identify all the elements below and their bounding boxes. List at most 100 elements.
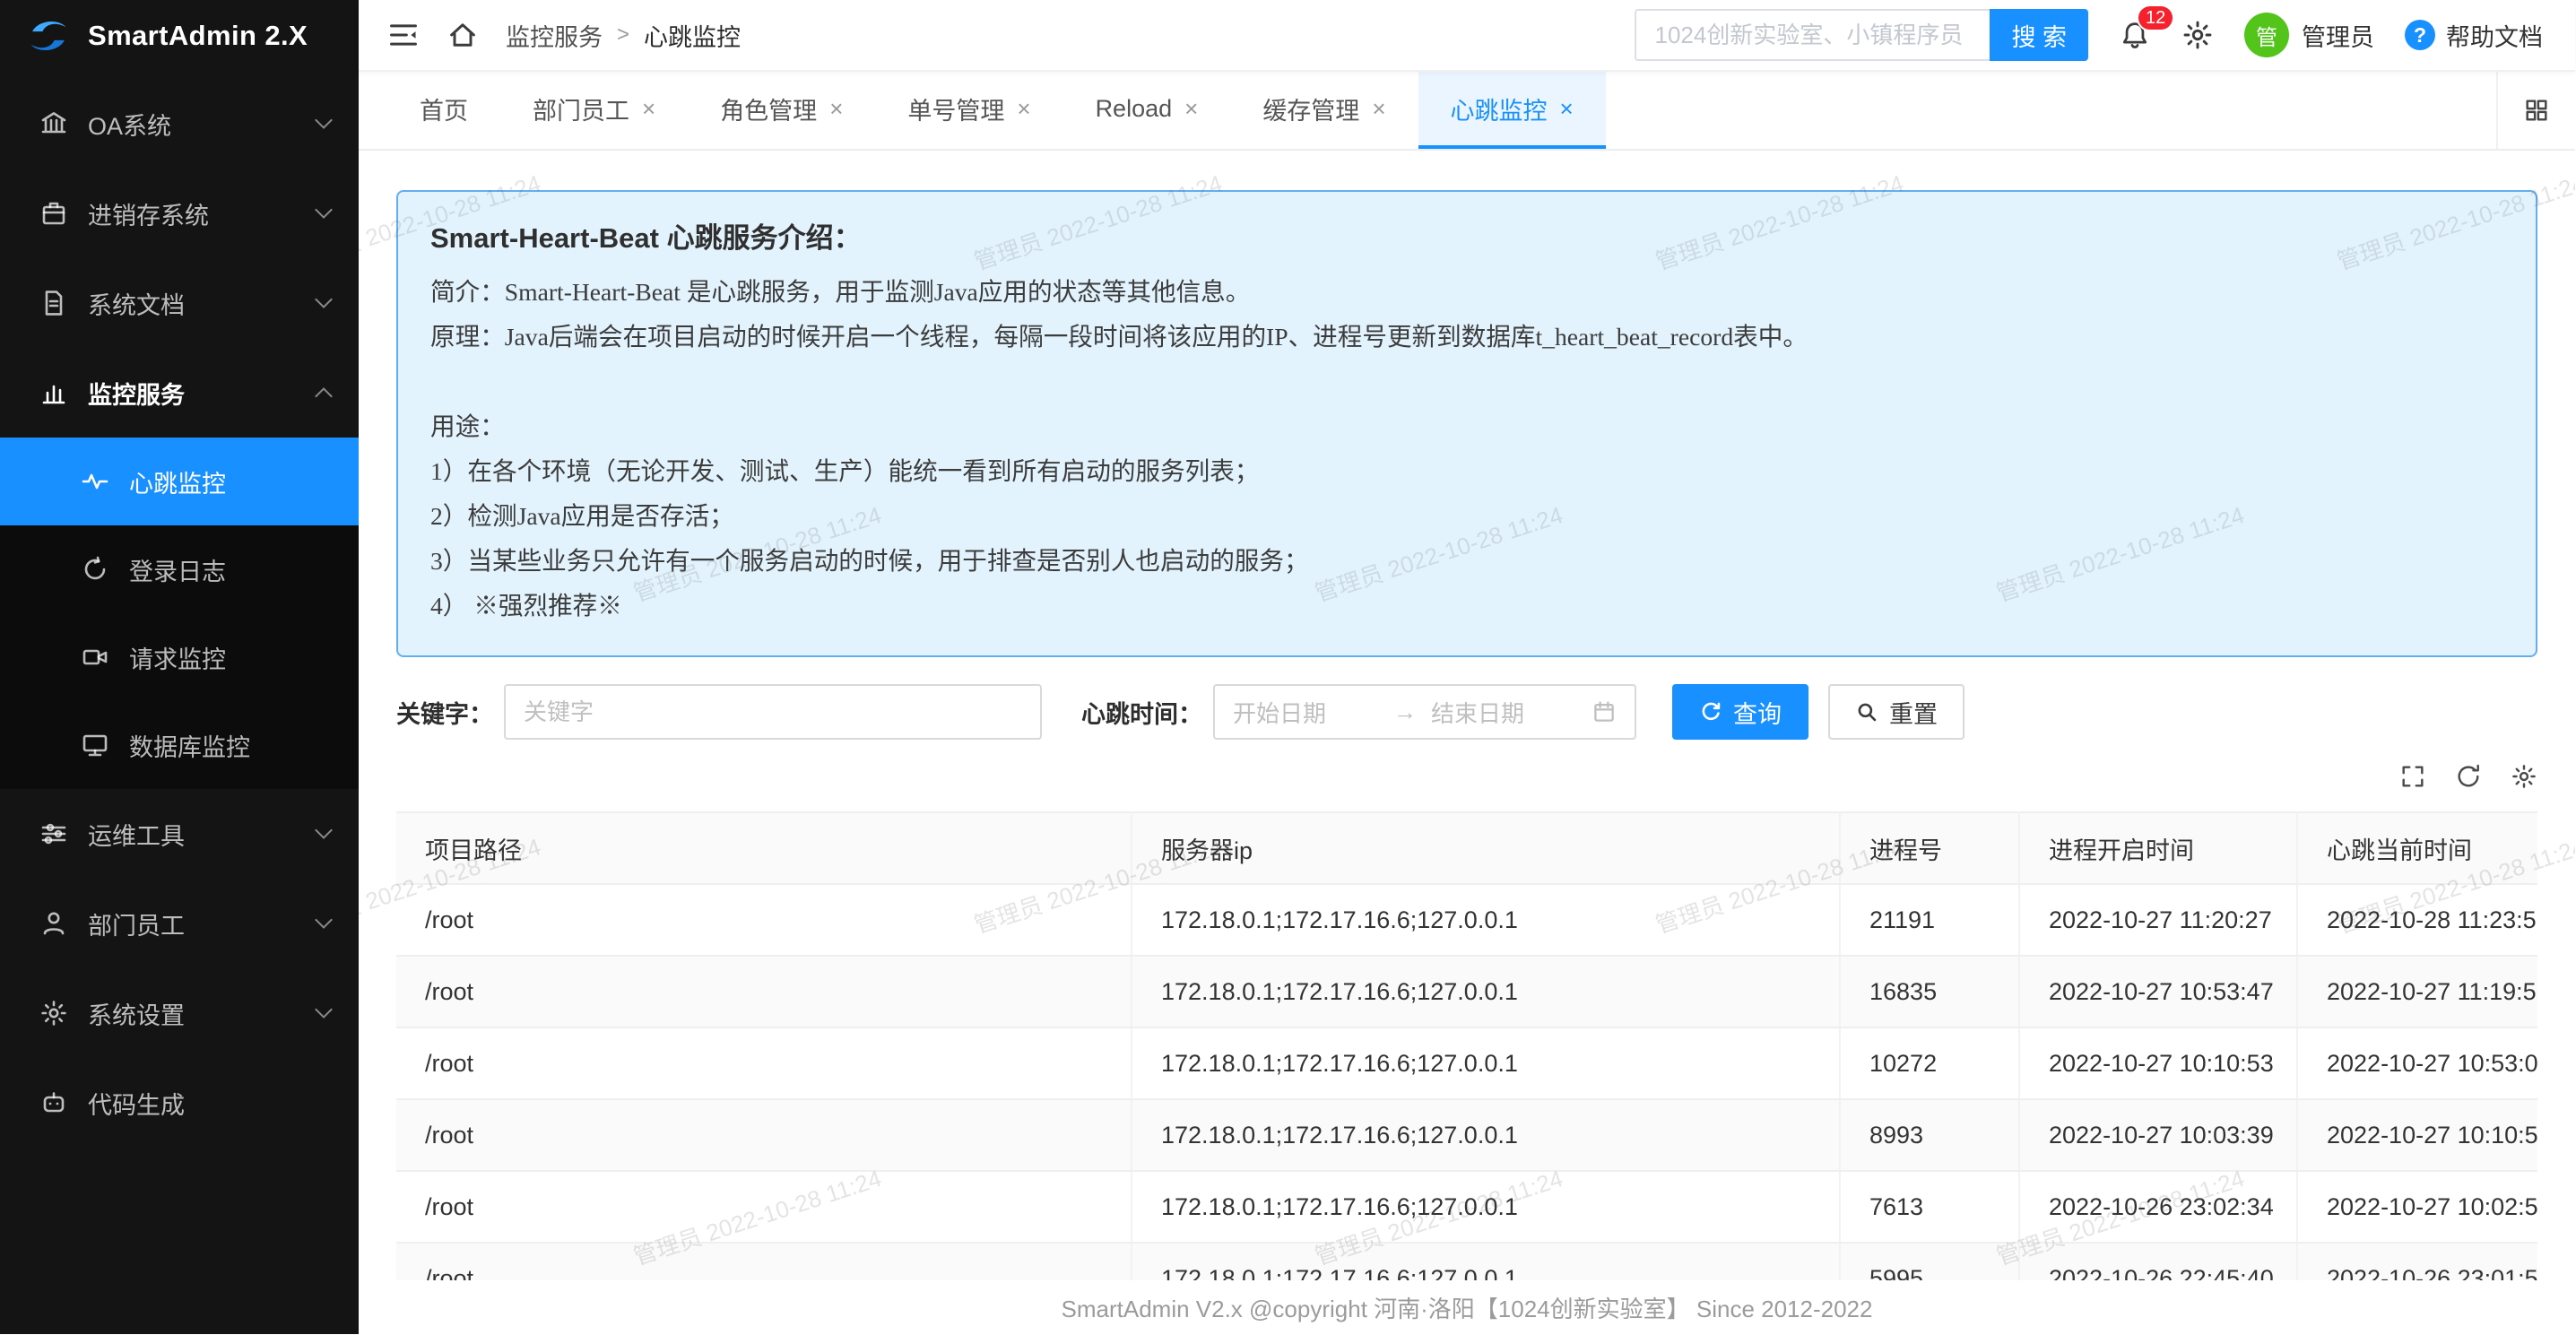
user-menu[interactable]: 管 管理员 [2244, 13, 2374, 57]
chevron-down-icon [315, 821, 333, 839]
date-range-arrow: → [1393, 698, 1417, 726]
app-title: SmartAdmin 2.X [88, 20, 308, 52]
tab-heartbeat-monitor[interactable]: 心跳监控 × [1418, 72, 1606, 149]
sidebar-item-oa-system[interactable]: OA系统 [0, 79, 359, 169]
menu-fold-icon[interactable] [387, 19, 420, 51]
table-cell: 2022-10-27 11:19:58 [2297, 956, 2537, 1027]
date-start-placeholder[interactable]: 开始日期 [1233, 696, 1379, 729]
sidebar-item-label: 心跳监控 [129, 464, 330, 499]
inventory-system-icon [39, 199, 68, 228]
tab-cache-management[interactable]: 缓存管理 × [1230, 72, 1418, 149]
table-row: /root 172.18.0.1;172.17.16.6;127.0.0.1 1… [396, 956, 2537, 1027]
sidebar-item-request-monitor[interactable]: 请求监控 [0, 613, 359, 701]
intro-line: 简介：Smart-Heart-Beat 是心跳服务，用于监测Java应用的状态等… [430, 270, 2503, 315]
notifications-bell[interactable]: 12 [2119, 19, 2151, 51]
table-cell: 10272 [1840, 1027, 2019, 1099]
table-cell: 7613 [1840, 1171, 2019, 1243]
fullscreen-icon[interactable] [2399, 763, 2426, 790]
app-logo[interactable]: SmartAdmin 2.X [0, 0, 359, 72]
tab-close-icon[interactable]: × [1017, 95, 1030, 123]
sidebar-item-code-generation[interactable]: 代码生成 [0, 1058, 359, 1148]
footer-text: SmartAdmin V2.x @copyright 河南·洛阳【1024创新实… [1062, 1291, 1873, 1324]
table-cell: /root [396, 1027, 1132, 1099]
table-cell: 16835 [1840, 956, 2019, 1027]
sidebar-item-database-monitor[interactable]: 数据库监控 [0, 701, 359, 789]
col-header-process-id: 进程号 [1840, 812, 2019, 884]
tab-label: 首页 [420, 91, 468, 126]
table-cell: 172.18.0.1;172.17.16.6;127.0.0.1 [1132, 1099, 1840, 1171]
help-question-icon: ? [2405, 20, 2435, 50]
table-cell: 8993 [1840, 1099, 2019, 1171]
col-header-project-path: 项目路径 [396, 812, 1132, 884]
query-button[interactable]: 查询 [1672, 684, 1808, 740]
home-icon[interactable] [447, 19, 479, 51]
table-cell: /root [396, 884, 1132, 956]
table-cell: 2022-10-27 10:03:39 [2019, 1099, 2297, 1171]
sidebar-item-label: 部门员工 [88, 906, 317, 941]
sidebar-item-inventory-system[interactable]: 进销存系统 [0, 169, 359, 258]
tab-label: 缓存管理 [1262, 91, 1359, 126]
tab-close-icon[interactable]: × [642, 95, 655, 123]
col-header-heartbeat-time: 心跳当前时间 [2297, 812, 2537, 884]
table-cell: 2022-10-27 10:53:47 [2019, 956, 2297, 1027]
code-generation-icon [39, 1088, 68, 1117]
table-cell: 2022-10-27 10:53:04 [2297, 1027, 2537, 1099]
sidebar-item-login-log[interactable]: 登录日志 [0, 525, 359, 613]
department-staff-icon [39, 909, 68, 938]
table-cell: 2022-10-26 23:02:34 [2019, 1171, 2297, 1243]
tab-label: Reload [1096, 95, 1173, 123]
user-name: 管理员 [2302, 18, 2374, 53]
chevron-down-icon [315, 1001, 333, 1019]
tab-order-management[interactable]: 单号管理 × [875, 72, 1062, 149]
sidebar-item-label: 数据库监控 [129, 728, 330, 763]
sidebar-item-ops-tools[interactable]: 运维工具 [0, 789, 359, 879]
intro-line: 3）当某些业务只允许有一个服务启动的时候，用于排查是否别人也启动的服务； [430, 539, 2503, 584]
sidebar-item-system-docs[interactable]: 系统文档 [0, 258, 359, 348]
date-range-picker[interactable]: 开始日期 → 结束日期 [1213, 684, 1636, 740]
refresh-icon[interactable] [2455, 763, 2482, 790]
topbar: 监控服务 > 心跳监控 搜 索 12 管 管理员 [359, 0, 2575, 72]
table-row: /root 172.18.0.1;172.17.16.6;127.0.0.1 1… [396, 1027, 2537, 1099]
table-cell: 2022-10-28 11:23:52 [2297, 884, 2537, 956]
breadcrumb: 监控服务 > 心跳监控 [506, 18, 741, 53]
breadcrumb-item-heartbeat-monitor[interactable]: 心跳监控 [644, 18, 741, 53]
tab-close-icon[interactable]: × [1184, 95, 1198, 123]
global-search: 搜 索 [1635, 9, 2088, 61]
tab-operations-button[interactable] [2496, 72, 2575, 149]
sidebar-item-department-staff[interactable]: 部门员工 [0, 879, 359, 968]
help-docs-link[interactable]: ? 帮助文档 [2405, 18, 2543, 53]
date-end-placeholder[interactable]: 结束日期 [1431, 696, 1577, 729]
intro-line-spacer [430, 360, 2503, 404]
keyword-label: 关键字： [396, 695, 493, 730]
sidebar-item-monitor-service[interactable]: 监控服务 [0, 348, 359, 438]
col-header-process-start-time: 进程开启时间 [2019, 812, 2297, 884]
breadcrumb-item-monitor-service[interactable]: 监控服务 [506, 18, 603, 53]
breadcrumb-separator: > [617, 22, 629, 48]
system-settings-icon [39, 999, 68, 1027]
login-log-icon [81, 555, 109, 584]
tab-close-icon[interactable]: × [1372, 95, 1385, 123]
sidebar-item-heartbeat-monitor[interactable]: 心跳监控 [0, 438, 359, 525]
table-cell: 21191 [1840, 884, 2019, 956]
tab-department-staff[interactable]: 部门员工 × [500, 72, 688, 149]
tab-close-icon[interactable]: × [829, 95, 843, 123]
column-settings-gear-icon[interactable] [2511, 763, 2537, 790]
tab-role-management[interactable]: 角色管理 × [688, 72, 875, 149]
topbar-right: 搜 索 12 管 管理员 ? 帮助文档 [1635, 9, 2543, 61]
tab-home[interactable]: 首页 [387, 72, 500, 149]
settings-gear-icon[interactable] [2181, 19, 2214, 51]
keyword-input[interactable] [504, 684, 1042, 740]
reset-button[interactable]: 重置 [1828, 684, 1965, 740]
col-header-server-ip: 服务器ip [1132, 812, 1840, 884]
tab-close-icon[interactable]: × [1560, 95, 1574, 123]
search-input[interactable] [1635, 9, 1990, 61]
page-content: Smart-Heart-Beat 心跳服务介绍： 简介：Smart-Heart-… [359, 151, 2575, 1334]
app-logo-icon [25, 13, 72, 59]
tab-bar: 首页 部门员工 × 角色管理 × 单号管理 × Reload × 缓存管理 × [359, 72, 2575, 151]
table-header-row: 项目路径 服务器ip 进程号 进程开启时间 心跳当前时间 [396, 812, 2537, 884]
sidebar-item-system-settings[interactable]: 系统设置 [0, 968, 359, 1058]
heartbeat-intro-panel: Smart-Heart-Beat 心跳服务介绍： 简介：Smart-Heart-… [396, 190, 2537, 657]
search-button[interactable]: 搜 索 [1990, 9, 2088, 61]
tab-reload[interactable]: Reload × [1063, 72, 1231, 149]
sidebar-submenu-monitor-service: 心跳监控 登录日志 请求监控 数据库监控 [0, 438, 359, 789]
